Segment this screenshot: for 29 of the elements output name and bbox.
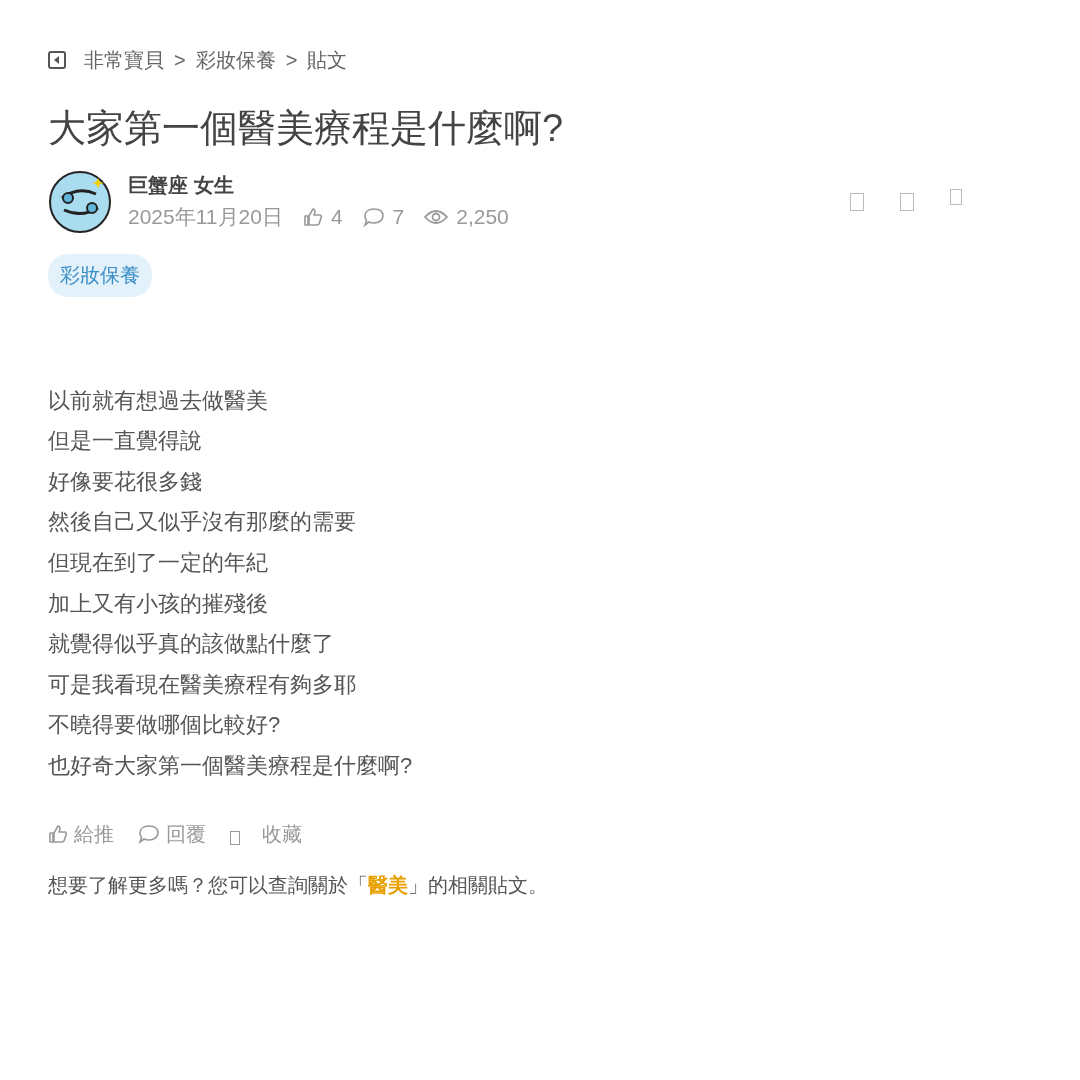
speech-bubble-icon [362,207,385,228]
action-button[interactable]: 給推 [48,820,114,848]
square-icon[interactable] [900,192,914,211]
breadcrumb-separator: > [174,48,186,72]
post-body: 以前就有想過去做醫美 但是一直覺得說 好像要花很多錢 然後自己又似乎沒有那麼的需要 但現在到了一定的年紀 加上又有小孩的摧殘後 就覺得似乎真的該做點什麼了 可是我看現在醫美療程有夠多耶 不曉得要做哪個比較好? 也好奇大家第一個醫美療程是什麼啊? [48,386,414,780]
speech-bubble-icon [138,824,160,845]
author-name[interactable]: 巨蟹座 女生 [128,172,509,200]
stat-count: 2,250 [456,205,509,230]
related-posts-text: 想要了解更多嗎？您可以查詢關於「醫美」的相關貼文。 [48,872,549,898]
topic-tag[interactable]: 彩妝保養 [48,253,152,297]
action-button[interactable]: 收藏 [230,820,302,848]
eye-icon [424,208,449,227]
breadcrumb-separator: > [285,48,298,72]
thumbs-up-icon [302,207,323,228]
breadcrumb-link[interactable]: 貼文 [307,46,348,74]
square-icon[interactable] [950,188,962,205]
post-title: 大家第一個醫美療程是什麼啊? [48,106,565,151]
square-icon[interactable] [850,192,864,211]
post-date: 2025年11月20日 [128,204,283,231]
breadcrumb-link[interactable]: 非常寶貝 [84,46,164,74]
square-icon [230,831,240,846]
action-button[interactable]: 回覆 [138,820,206,848]
thumbs-up-icon [48,824,68,845]
back-icon[interactable] [48,51,66,69]
breadcrumb-link[interactable]: 彩妝保養 [195,46,276,74]
stat-count: 7 [392,205,405,230]
stat-count: 4 [330,205,343,230]
keyword-link[interactable]: 醫美 [368,873,408,896]
avatar [48,169,112,234]
